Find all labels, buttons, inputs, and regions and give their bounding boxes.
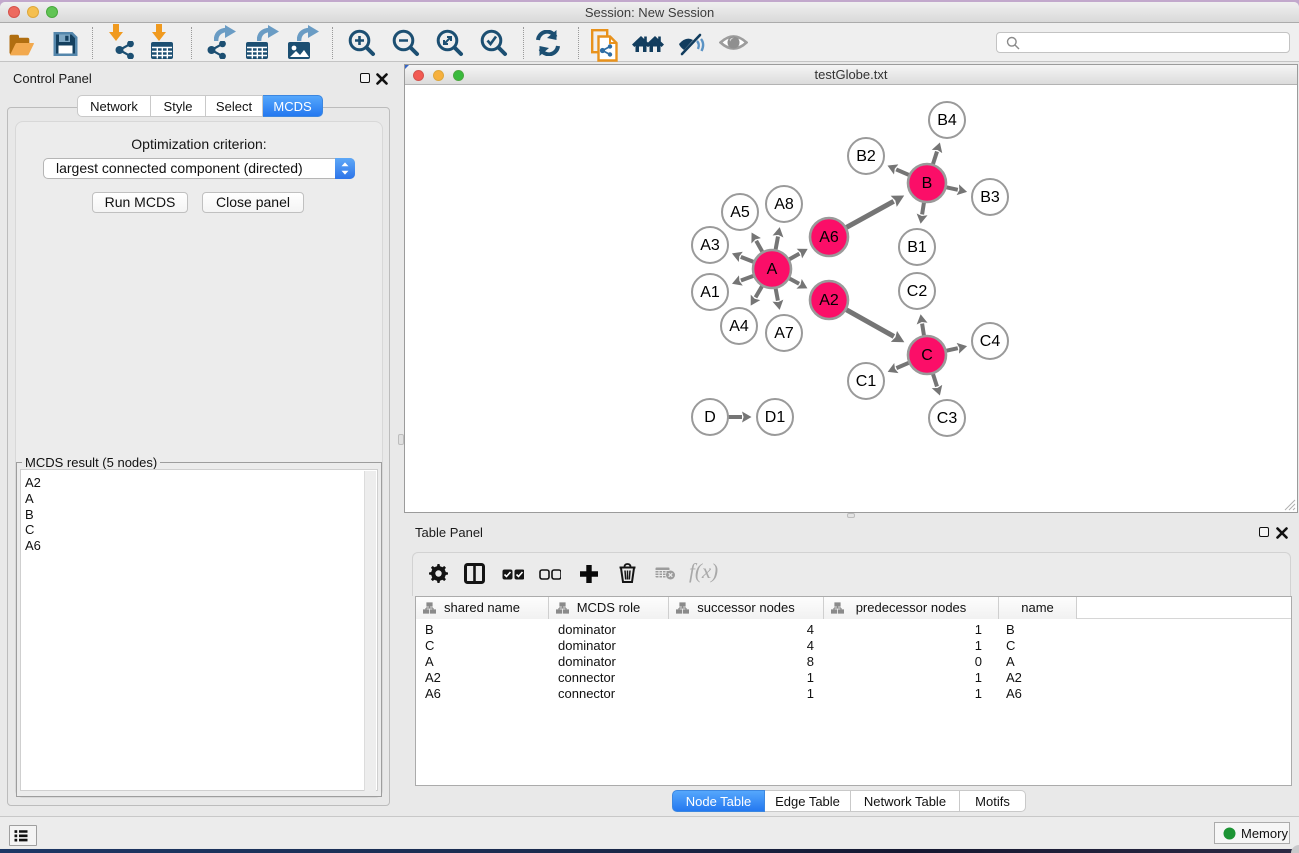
svg-text:A4: A4: [729, 318, 749, 335]
svg-text:A1: A1: [700, 284, 720, 301]
svg-text:A: A: [767, 261, 778, 278]
svg-text:C2: C2: [907, 283, 928, 300]
svg-text:D: D: [704, 409, 716, 426]
svg-text:B3: B3: [980, 189, 1000, 206]
svg-text:C1: C1: [856, 373, 877, 390]
svg-text:A8: A8: [774, 196, 794, 213]
svg-text:D1: D1: [765, 409, 786, 426]
svg-text:B2: B2: [856, 148, 876, 165]
svg-text:B: B: [922, 175, 933, 192]
svg-text:C3: C3: [937, 410, 958, 427]
svg-text:C4: C4: [980, 333, 1001, 350]
svg-text:A7: A7: [774, 325, 794, 342]
svg-text:B1: B1: [907, 239, 927, 256]
svg-text:A6: A6: [819, 229, 839, 246]
svg-text:A2: A2: [819, 292, 839, 309]
svg-text:A5: A5: [730, 204, 750, 221]
svg-text:A3: A3: [700, 237, 720, 254]
svg-text:B4: B4: [937, 112, 957, 129]
svg-text:C: C: [921, 347, 933, 364]
